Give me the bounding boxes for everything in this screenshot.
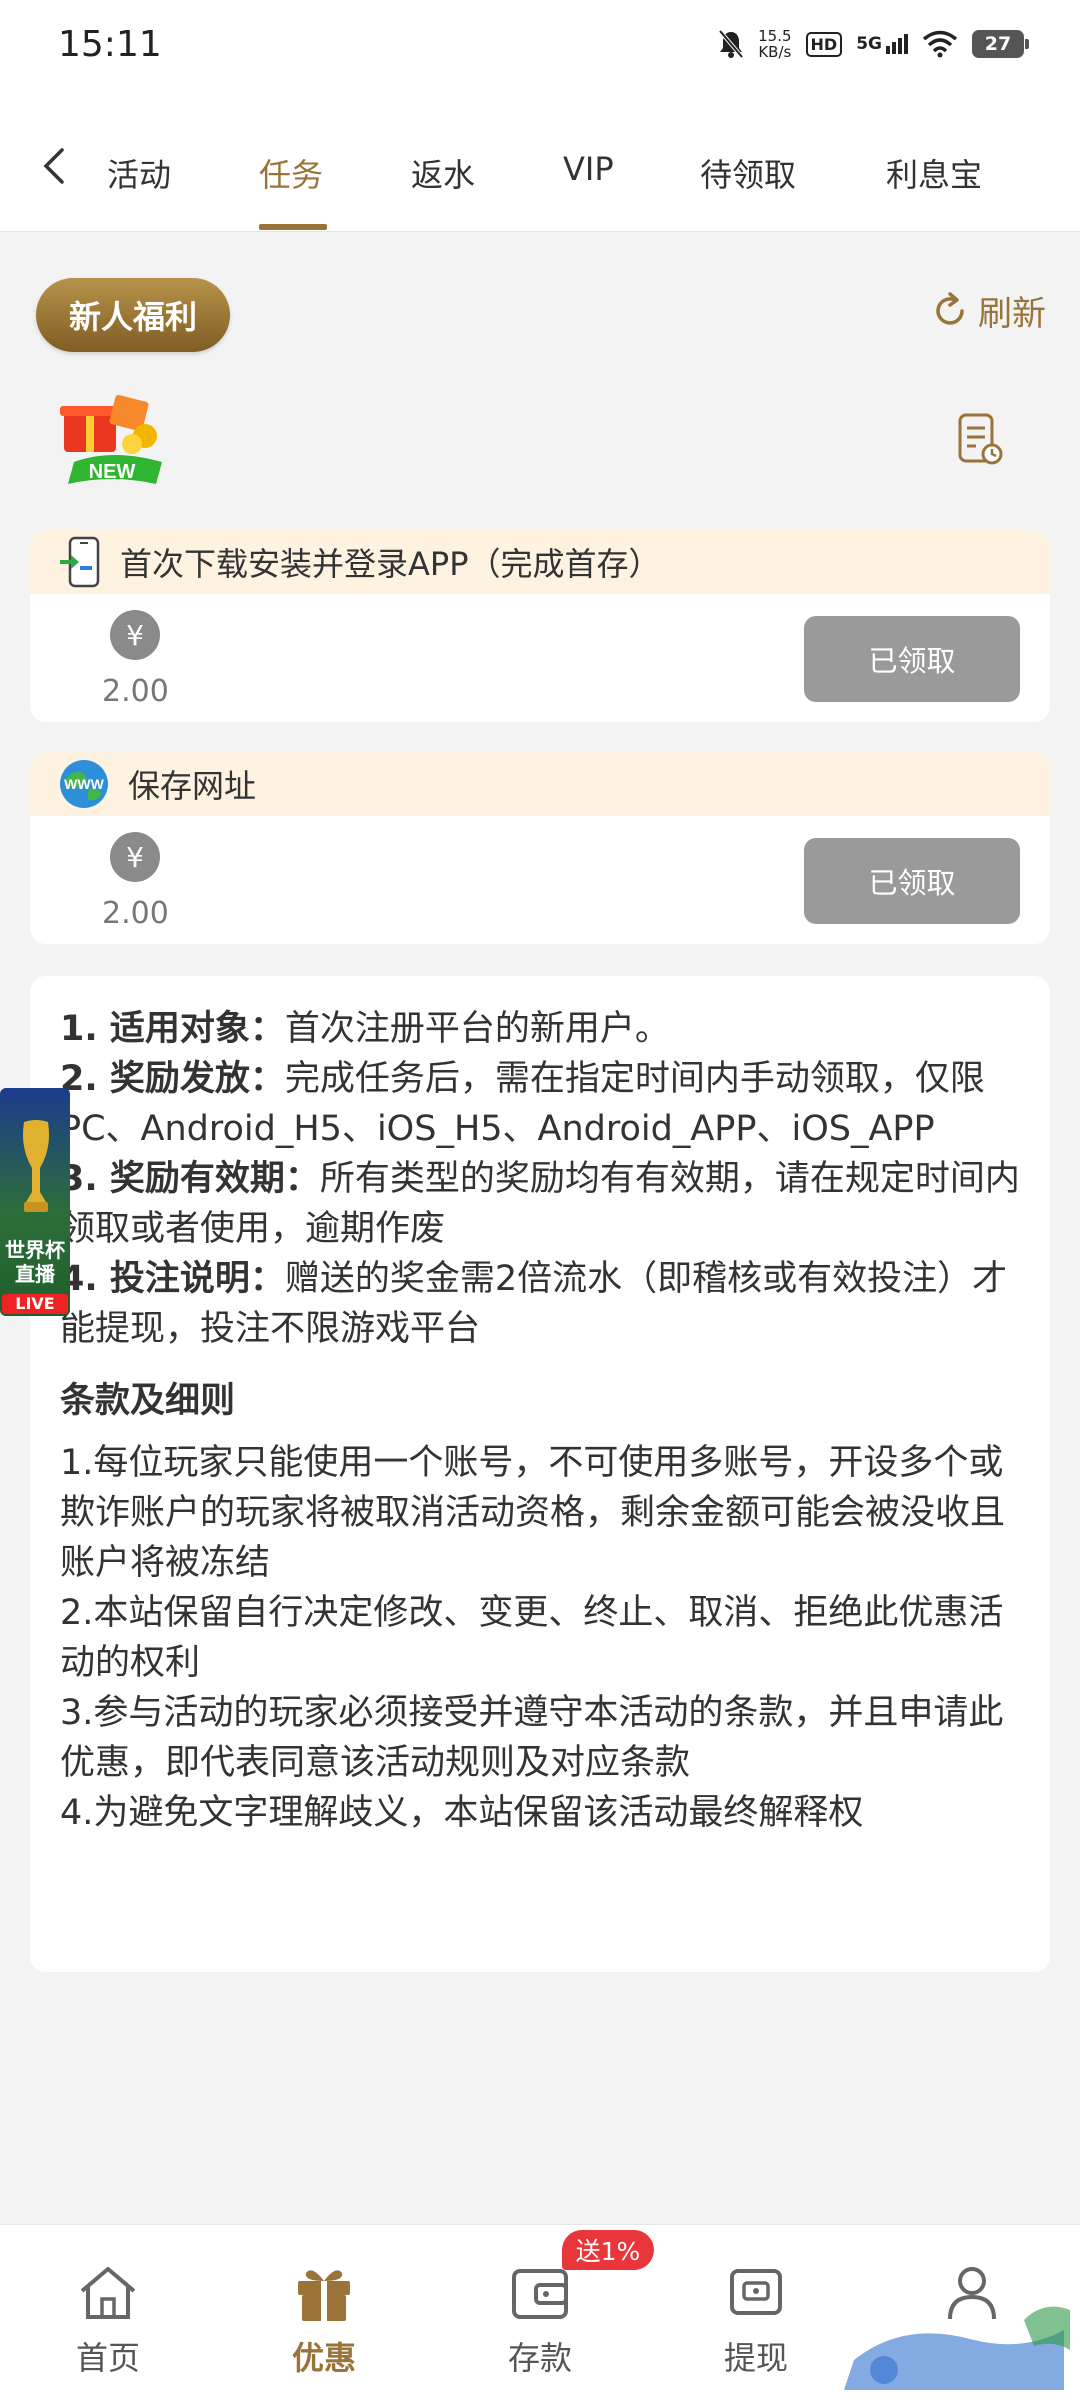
trophy-icon bbox=[23, 1120, 49, 1212]
status-bar: 15:11 15.5 KB/s HD 5G 27 bbox=[0, 0, 1080, 100]
mute-bell-icon bbox=[718, 29, 744, 59]
withdraw-card-icon bbox=[730, 2269, 782, 2315]
reward-amount: 2.00 bbox=[102, 896, 169, 931]
term-item: 2.本站保留自行决定修改、变更、终止、取消、拒绝此优惠活动的权利 bbox=[60, 1593, 1004, 1683]
new-gift-icon: NEW bbox=[60, 394, 162, 484]
www-label: WWW bbox=[64, 776, 104, 792]
network-speed: 15.5 KB/s bbox=[758, 27, 792, 61]
home-icon bbox=[80, 2267, 136, 2319]
status-icons: 15.5 KB/s HD 5G 27 bbox=[718, 27, 1029, 61]
rule-item: 2. 奖励发放：完成任务后，需在指定时间内手动领取，仅限PC、Android_H… bbox=[60, 1059, 985, 1149]
back-arrow-icon[interactable] bbox=[34, 144, 78, 188]
yuan-coin-icon: ¥ bbox=[110, 832, 160, 882]
tab-tasks[interactable]: 任务 bbox=[259, 150, 323, 196]
reward-amount: 2.00 bbox=[102, 674, 169, 709]
tab-interest[interactable]: 利息宝 bbox=[886, 150, 982, 196]
task-card-download-app: 首次下载安装并登录APP（完成首存） ¥ 2.00 已领取 bbox=[30, 530, 1050, 722]
refresh-icon bbox=[936, 291, 964, 325]
claimed-button[interactable]: 已领取 bbox=[804, 838, 1020, 924]
banner-strip bbox=[30, 380, 1050, 498]
wifi-icon bbox=[922, 30, 958, 58]
rule-item: 3. 奖励有效期：所有类型的奖励均有有效期，请在规定时间内领取或者使用，逾期作废 bbox=[60, 1159, 1020, 1249]
worldcup-live-widget[interactable]: 世界杯直播 LIVE bbox=[0, 1088, 70, 1316]
deposit-bonus-badge: 送1% bbox=[562, 2230, 654, 2270]
task-title: 首次下载安装并登录APP（完成首存） bbox=[120, 545, 661, 583]
refresh-label: 刷新 bbox=[978, 294, 1046, 334]
nav-promotions[interactable]: 优惠 bbox=[216, 2225, 432, 2404]
yuan-coin-icon: ¥ bbox=[110, 610, 160, 660]
tab-rebate[interactable]: 返水 bbox=[411, 150, 475, 196]
refresh-button[interactable]: 刷新 bbox=[930, 286, 1046, 335]
rule-item: 4. 投注说明：赠送的奖金需2倍流水（即稽核或有效投注）才能提现，投注不限游戏平… bbox=[60, 1259, 1008, 1349]
task-card-header: 首次下载安装并登录APP（完成首存） bbox=[30, 530, 1050, 594]
terms-title: 条款及细则 bbox=[60, 1381, 236, 1421]
www-globe-icon: WWW bbox=[60, 760, 108, 808]
task-card-save-url: WWW 保存网址 ¥ 2.00 已领取 bbox=[30, 752, 1050, 944]
tab-pending[interactable]: 待领取 bbox=[700, 150, 796, 196]
live-badge: LIVE bbox=[2, 1294, 68, 1314]
term-item: 3.参与活动的玩家必须接受并遵守本活动的条款，并且申请此优惠，即代表同意该活动规… bbox=[60, 1693, 1004, 1783]
top-tabs: 活动 任务 返水 VIP 待领取 利息宝 bbox=[0, 100, 1080, 232]
nav-label: 存款 bbox=[507, 2339, 572, 2377]
nav-label: 首页 bbox=[75, 2339, 140, 2377]
rule-item: 1. 适用对象：首次注册平台的新用户。 bbox=[60, 1009, 670, 1049]
term-item: 4.为避免文字理解歧义，本站保留该活动最终解释权 bbox=[60, 1793, 864, 1833]
battery-icon: 27 bbox=[972, 30, 1029, 58]
worldcup-title: 世界杯直播 bbox=[5, 1238, 65, 1286]
new-tag: NEW bbox=[89, 461, 136, 483]
signal-icon: 5G bbox=[856, 34, 908, 54]
records-icon[interactable] bbox=[956, 412, 1004, 468]
task-title: 保存网址 bbox=[128, 767, 257, 805]
nav-label: 优惠 bbox=[291, 2339, 356, 2377]
term-item: 1.每位玩家只能使用一个账号，不可使用多账号，开设多个或欺诈账户的玩家将被取消活… bbox=[60, 1443, 1006, 1583]
tab-vip[interactable]: VIP bbox=[563, 150, 614, 188]
newcomer-benefit-badge: 新人福利 bbox=[36, 278, 230, 352]
nav-home[interactable]: 首页 bbox=[0, 2225, 216, 2404]
tab-activity[interactable]: 活动 bbox=[107, 150, 171, 196]
watermark-logo bbox=[844, 2306, 1070, 2390]
hd-icon: HD bbox=[805, 31, 843, 57]
phone-download-icon bbox=[60, 536, 100, 588]
wallet-icon bbox=[512, 2269, 568, 2319]
status-time: 15:11 bbox=[58, 24, 162, 65]
gift-icon bbox=[298, 2270, 350, 2321]
active-tab-indicator bbox=[259, 224, 327, 230]
claimed-button[interactable]: 已领取 bbox=[804, 616, 1020, 702]
task-card-header: WWW 保存网址 bbox=[30, 752, 1050, 816]
rules-panel: 1. 适用对象：首次注册平台的新用户。 2. 奖励发放：完成任务后，需在指定时间… bbox=[30, 976, 1050, 1972]
